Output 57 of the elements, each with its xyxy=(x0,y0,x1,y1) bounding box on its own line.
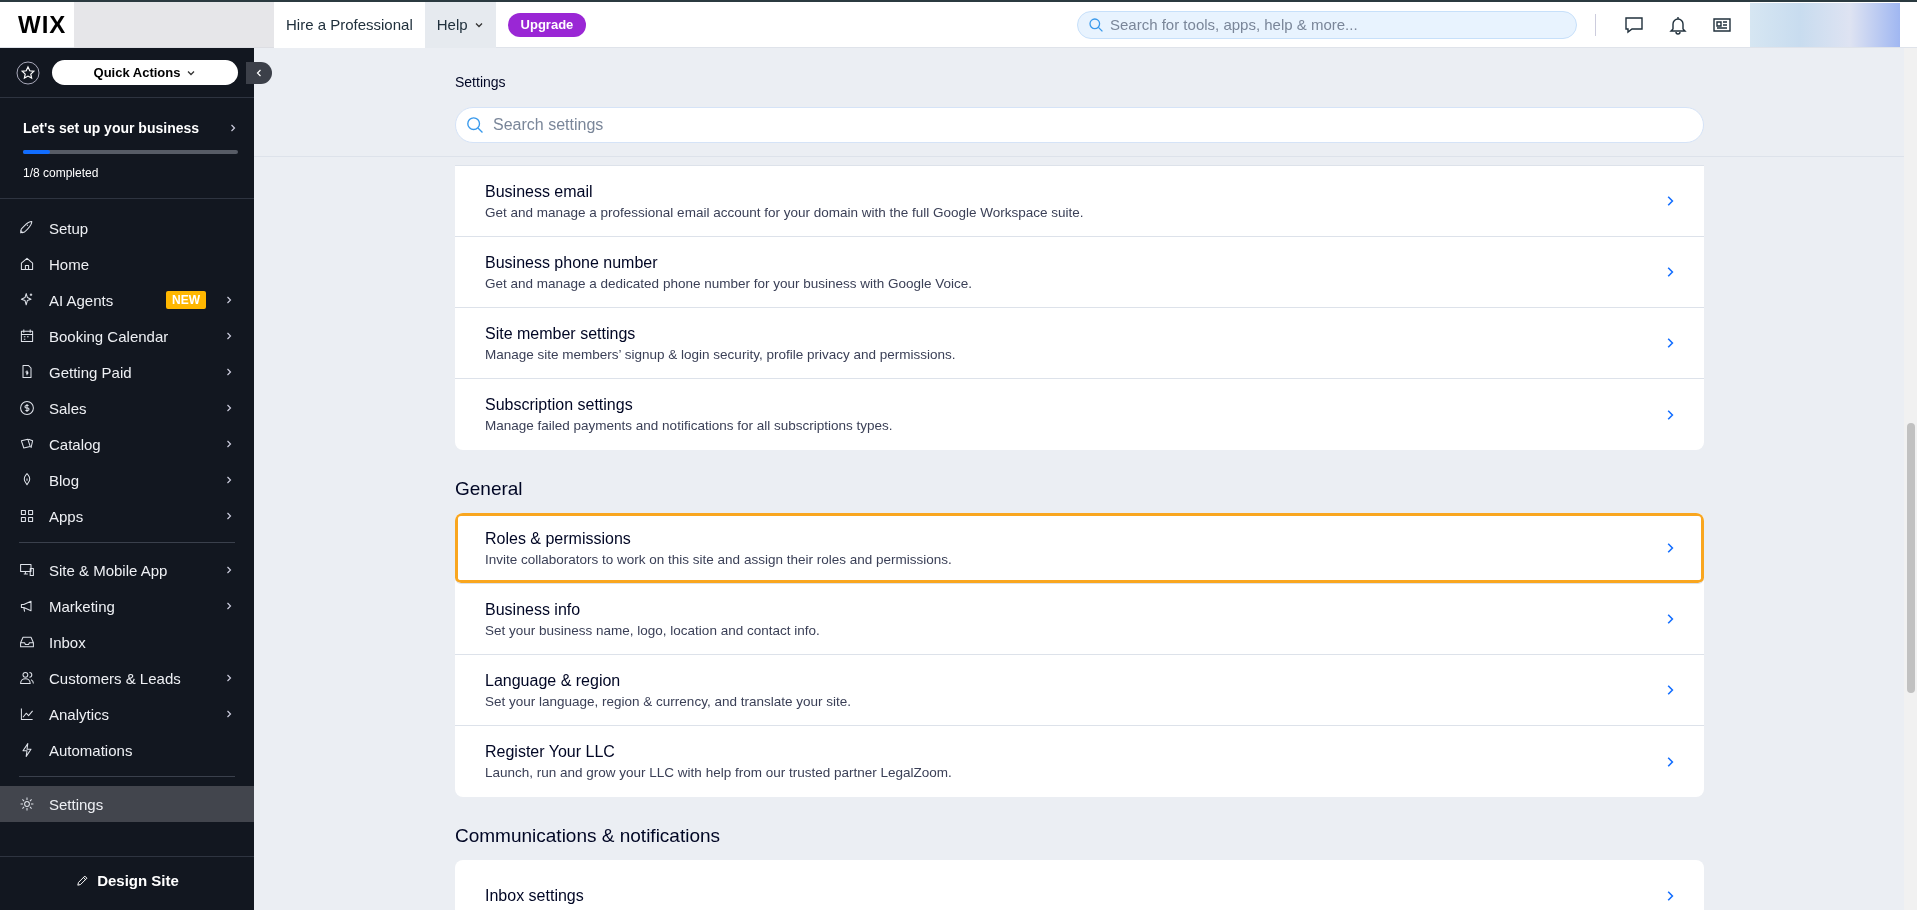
inbox-icon xyxy=(19,634,35,650)
sidebar-item[interactable]: Catalog xyxy=(0,426,254,462)
sidebar-item[interactable]: Home xyxy=(0,246,254,282)
section-heading: Communications & notifications xyxy=(455,825,722,847)
apps-grid-icon xyxy=(19,508,35,524)
settings-row[interactable]: Roles & permissions Invite collaborators to work on this site and assign their roles and permissions. xyxy=(455,513,1704,584)
house-icon xyxy=(19,256,35,272)
chevron-right-icon xyxy=(228,123,238,133)
nav-tab[interactable]: Help xyxy=(424,1,496,48)
collapse-sidebar-button[interactable] xyxy=(246,62,272,84)
search-icon xyxy=(1088,16,1104,33)
settings-row[interactable]: Subscription settings Manage failed payments and notifications for all subscriptions types. xyxy=(455,379,1704,450)
calendar-icon xyxy=(19,328,35,344)
cards-icon xyxy=(19,436,35,452)
page-title: Settings xyxy=(455,74,507,90)
setup-link[interactable]: Let's set up your business xyxy=(23,120,238,136)
search-icon xyxy=(466,116,484,134)
sidebar-item[interactable]: Customers & Leads xyxy=(0,660,254,696)
bell-icon[interactable] xyxy=(1668,14,1688,35)
sidebar-item[interactable]: Blog xyxy=(0,462,254,498)
sidebar-item[interactable]: Setup xyxy=(0,210,254,246)
quick-actions-button[interactable]: Quick Actions xyxy=(52,60,238,85)
sidebar-item[interactable]: AI Agents NEW xyxy=(0,282,254,318)
scrollbar-thumb[interactable] xyxy=(1907,423,1915,693)
sidebar-item[interactable]: Sales xyxy=(0,390,254,426)
sparkle-icon xyxy=(19,292,35,308)
sidebar-item[interactable]: Settings xyxy=(0,786,254,822)
section-heading: General xyxy=(455,478,524,500)
sidebar-item[interactable]: Getting Paid xyxy=(0,354,254,390)
new-badge: NEW xyxy=(166,291,206,309)
sidebar-item[interactable]: Apps xyxy=(0,498,254,534)
sidebar-item[interactable]: Inbox xyxy=(0,624,254,660)
sidebar-item[interactable]: Site & Mobile App xyxy=(0,552,254,588)
settings-row[interactable]: Site member settings Manage site members’ signup & login security, profile privacy and permissions. xyxy=(455,308,1704,379)
sidebar-item[interactable]: Analytics xyxy=(0,696,254,732)
sidebar-item[interactable]: Automations xyxy=(0,732,254,768)
wix-logo[interactable]: WIX xyxy=(18,10,74,39)
chevron-left-icon xyxy=(254,68,264,78)
search-field[interactable]: Search for tools, apps, help & more... xyxy=(1077,10,1577,39)
chat-icon[interactable] xyxy=(1624,14,1644,35)
devices-icon xyxy=(19,562,35,578)
settings-row[interactable]: Business email Get and manage a professional email account for your domain with the full Google Workspace suite. xyxy=(455,166,1704,237)
search-field[interactable]: Search settings xyxy=(455,107,1704,143)
settings-row[interactable]: Business phone number Get and manage a dedicated phone number for your business with Google Voice. xyxy=(455,237,1704,308)
settings-row[interactable]: Language & region Set your language, region & currency, and translate your site. xyxy=(455,655,1704,726)
progress-text: 1/8 completed xyxy=(23,166,100,180)
settings-row[interactable]: Inbox settings xyxy=(455,860,1704,910)
sidebar-item[interactable]: Booking Calendar xyxy=(0,318,254,354)
megaphone-icon xyxy=(19,598,35,614)
upgrade-button[interactable]: Upgrade xyxy=(507,12,587,37)
pencil-icon xyxy=(75,873,90,888)
settings-row[interactable]: Business info Set your business name, logo, location and contact info. xyxy=(455,584,1704,655)
lightning-icon xyxy=(19,742,35,758)
people-icon xyxy=(19,670,35,686)
chart-line-icon xyxy=(19,706,35,722)
sidebar-item[interactable]: Marketing xyxy=(0,588,254,624)
settings-row[interactable]: Register Your LLC Launch, run and grow your LLC with help from our trusted partner LegalZoom. xyxy=(455,726,1704,797)
